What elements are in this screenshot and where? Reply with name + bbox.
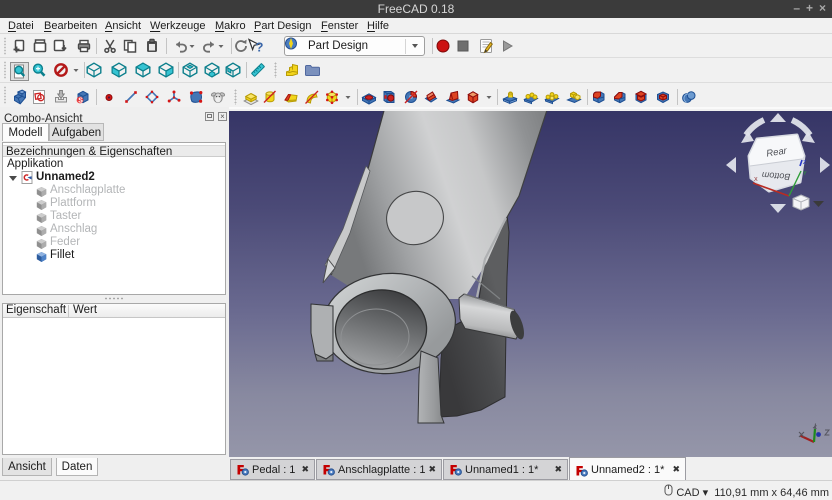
- svg-text:?: ?: [256, 40, 264, 55]
- svg-text:S: S: [78, 97, 83, 104]
- svg-text:Z: Z: [803, 160, 807, 166]
- svg-text:X: X: [754, 177, 758, 183]
- svg-text:Bottom: Bottom: [761, 170, 791, 182]
- svg-text:Y: Y: [803, 171, 807, 177]
